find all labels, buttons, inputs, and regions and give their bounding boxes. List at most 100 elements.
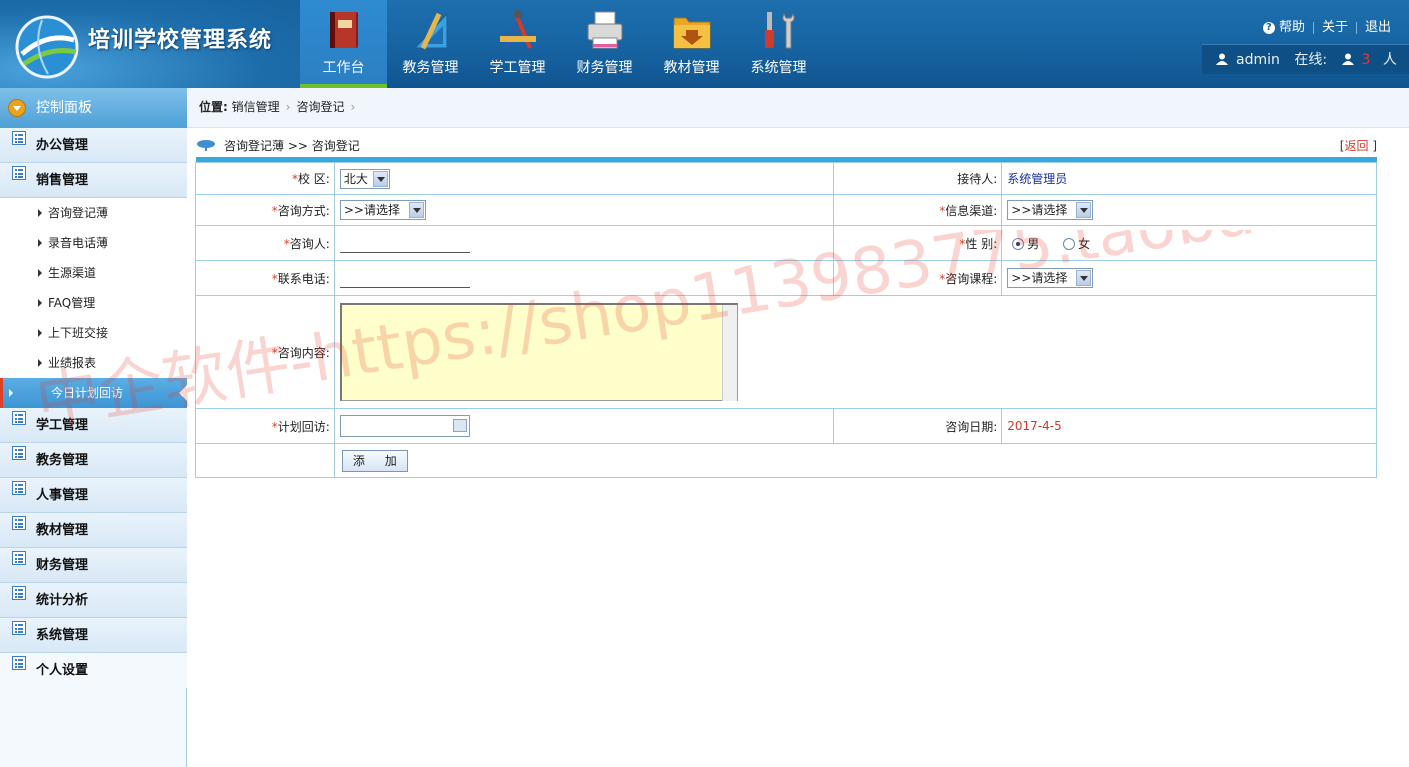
item-label: 咨询登记薄 <box>48 206 109 220</box>
disk-icon <box>197 140 215 151</box>
person-label: *咨询人: <box>195 225 335 261</box>
group-label: 教材管理 <box>36 523 89 538</box>
nav-textbook[interactable]: 教材管理 <box>648 0 735 88</box>
form-caption-title: 咨询登记薄 >> 咨询登记 <box>224 139 360 153</box>
list-icon <box>12 131 26 145</box>
campus-select[interactable]: 北大 <box>339 168 390 189</box>
breadcrumb: 位置: 销信管理 › 咨询登记 › <box>187 88 1409 128</box>
method-label: *咨询方式: <box>195 194 335 226</box>
online-user-icon <box>1341 53 1354 65</box>
nav-label: 教务管理 <box>402 60 459 76</box>
arrow-right-icon <box>9 389 13 397</box>
gender-label: *性 别: <box>833 225 1003 261</box>
collapse-toggle-icon[interactable] <box>8 99 26 117</box>
channel-label: *信息渠道: <box>833 194 1003 226</box>
gender-male-radio[interactable] <box>1012 237 1025 250</box>
folder-download-icon <box>673 17 711 49</box>
consult-person-input[interactable] <box>339 233 470 253</box>
item-label: 业绩报表 <box>48 356 97 370</box>
sidebar-group-academic[interactable]: 教务管理 <box>0 443 187 478</box>
nav-student-affairs[interactable]: 学工管理 <box>474 0 561 88</box>
arrow-right-icon <box>38 239 42 247</box>
nav-label: 学工管理 <box>489 60 546 76</box>
gender-female-radio[interactable] <box>1063 237 1076 250</box>
list-icon <box>12 586 26 600</box>
sidebar-item-shift-handover[interactable]: 上下班交接 <box>0 318 187 348</box>
chevron-down-icon <box>372 170 388 187</box>
arrow-right-icon <box>38 269 42 277</box>
chevron-down-icon <box>408 202 424 218</box>
help-link[interactable]: 帮助 <box>1279 20 1305 35</box>
nav-finance[interactable]: 财务管理 <box>561 0 648 88</box>
breadcrumb-prefix: 位置: <box>199 100 228 114</box>
online-unit: 人 <box>1382 52 1397 68</box>
item-label: FAQ管理 <box>48 296 96 310</box>
info-channel-select[interactable]: >>请选择 <box>1007 200 1094 220</box>
online-label: 在线: <box>1294 52 1328 68</box>
online-count: 3 <box>1361 52 1371 68</box>
consult-course-select[interactable]: >>请选择 <box>1007 268 1094 288</box>
add-button[interactable]: 添 加 <box>341 449 408 472</box>
sidebar-group-student[interactable]: 学工管理 <box>0 408 187 443</box>
username: admin <box>1236 52 1280 68</box>
back-label: 返回 <box>1344 139 1369 153</box>
item-label: 今日计划回访 <box>51 386 124 400</box>
nav-academic[interactable]: 教务管理 <box>387 0 474 88</box>
control-panel-header[interactable]: 控制面板 <box>0 88 187 128</box>
gender-female-label: 女 <box>1078 236 1091 251</box>
breadcrumb-level2[interactable]: 咨询登记 <box>296 100 344 114</box>
sidebar-group-office[interactable]: 办公管理 <box>0 128 187 163</box>
calendar-icon[interactable] <box>452 419 467 432</box>
date-label: 咨询日期: <box>833 408 1003 444</box>
sidebar-group-textbook[interactable]: 教材管理 <box>0 513 187 548</box>
list-icon <box>12 551 26 565</box>
sidebar-group-system[interactable]: 系统管理 <box>0 618 187 653</box>
group-label: 办公管理 <box>36 138 89 153</box>
group-label: 系统管理 <box>36 628 89 643</box>
nav-label: 财务管理 <box>576 60 633 76</box>
drafting-tools-icon <box>500 10 536 49</box>
nav-workbench[interactable]: 工作台 <box>300 0 387 88</box>
sidebar-item-source-channel[interactable]: 生源渠道 <box>0 258 187 288</box>
book-icon <box>330 12 358 48</box>
receiver-label: 接待人: <box>833 162 1003 195</box>
about-link[interactable]: 关于 <box>1322 20 1348 35</box>
globe-logo-icon <box>15 15 79 79</box>
nav-system[interactable]: 系统管理 <box>735 0 822 88</box>
list-icon <box>12 446 26 460</box>
sidebar-item-faq[interactable]: FAQ管理 <box>0 288 187 318</box>
textarea-scrollbar[interactable] <box>721 305 737 401</box>
logout-link[interactable]: 退出 <box>1365 20 1391 35</box>
user-icon <box>1216 53 1228 65</box>
top-links: ? 帮助 关于 退出 <box>1262 16 1391 35</box>
group-label: 统计分析 <box>36 593 89 608</box>
sidebar-item-today-followup[interactable]: 今日计划回访 <box>0 378 188 408</box>
consult-method-select[interactable]: >>请选择 <box>339 200 426 220</box>
consult-content-textarea[interactable] <box>339 303 738 401</box>
followup-date-input[interactable] <box>339 415 470 437</box>
sidebar-group-personal[interactable]: 个人设置 <box>0 653 187 688</box>
phone-input[interactable] <box>339 268 470 288</box>
sidebar: 控制面板 办公管理 销售管理 咨询登记薄 录音电话薄 生源渠道 FAQ管理 上下… <box>0 88 188 767</box>
sidebar-item-performance[interactable]: 业绩报表 <box>0 348 187 378</box>
logo-area: 培训学校管理系统 <box>0 0 300 88</box>
back-link[interactable]: [返回 ] <box>1340 137 1377 155</box>
sidebar-item-phone-book[interactable]: 录音电话薄 <box>0 228 187 258</box>
breadcrumb-separator: › <box>350 100 356 114</box>
list-icon <box>12 656 26 670</box>
sidebar-group-hr[interactable]: 人事管理 <box>0 478 187 513</box>
app-title: 培训学校管理系统 <box>88 28 273 53</box>
group-label: 财务管理 <box>36 558 89 573</box>
sidebar-group-finance[interactable]: 财务管理 <box>0 548 187 583</box>
breadcrumb-level1[interactable]: 销信管理 <box>232 100 280 114</box>
divider <box>1355 21 1357 34</box>
sidebar-group-statistics[interactable]: 统计分析 <box>0 583 187 618</box>
chevron-down-icon <box>1076 270 1092 286</box>
nav-label: 工作台 <box>322 60 365 76</box>
top-header: 培训学校管理系统 工作台 教务管理 学工管理 财务管理 教材管理 系统管理 ? … <box>0 0 1409 88</box>
chevron-down-icon <box>1076 202 1092 218</box>
sidebar-group-sales[interactable]: 销售管理 <box>0 163 187 198</box>
sidebar-item-consult-book[interactable]: 咨询登记薄 <box>0 198 187 228</box>
group-label: 人事管理 <box>36 488 89 503</box>
arrow-right-icon <box>38 209 42 217</box>
